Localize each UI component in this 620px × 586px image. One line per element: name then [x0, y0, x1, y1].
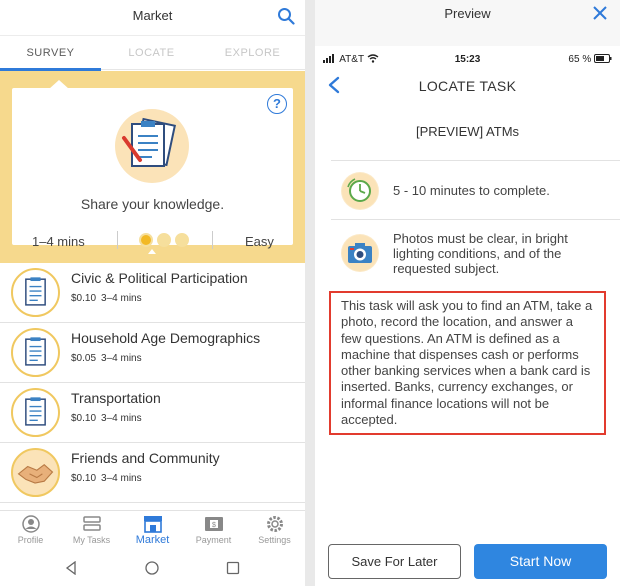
ios-status-bar: AT&T 15:23 65 % [315, 52, 620, 68]
list-item[interactable]: Transportation $0.10 3–4 mins [0, 383, 305, 443]
nav-payment[interactable]: $ Payment [183, 511, 244, 551]
settings-icon [267, 516, 283, 532]
list-item[interactable]: Friends and Community $0.10 3–4 mins [0, 443, 305, 503]
list-item-title: Friends and Community [71, 450, 220, 466]
preview-header: Preview [315, 0, 620, 46]
duration-row: 5 - 10 minutes to complete. [315, 170, 620, 214]
nav-label: My Tasks [72, 535, 111, 545]
nav-label: Payment [195, 535, 232, 545]
list-item-time: 3–4 mins [101, 413, 142, 424]
difficulty-dots [139, 233, 191, 249]
nav-settings[interactable]: Settings [244, 511, 305, 551]
svg-text:$: $ [212, 522, 216, 529]
market-header: Market [0, 0, 305, 36]
divider [331, 160, 620, 161]
payment-icon: $ [205, 517, 223, 531]
tab-explore-label: EXPLORE [224, 47, 281, 59]
survey-banner: ? Share your knowledge. 1–4 mins Easy [0, 71, 305, 263]
back-triangle-icon[interactable] [64, 561, 78, 575]
task-nav-bar: LOCATE TASK [315, 70, 620, 102]
list-item-meta: $0.10 3–4 mins [71, 413, 147, 424]
difficulty-label: Easy [245, 234, 274, 249]
market-icon [144, 516, 162, 533]
divider [331, 219, 620, 220]
page-title: Market [132, 8, 173, 23]
difficulty-dot [175, 233, 189, 247]
card-notch [49, 80, 69, 89]
nav-label: Market [135, 534, 170, 546]
list-item-price: $0.10 [71, 293, 97, 304]
help-icon[interactable]: ? [267, 94, 287, 114]
duration-text: 5 - 10 minutes to complete. [393, 183, 550, 198]
clock-icon [341, 172, 379, 210]
divider [212, 231, 213, 249]
profile-icon [22, 515, 40, 533]
task-description: This task will ask you to find an ATM, t… [329, 291, 606, 435]
photo-requirement-text: Photos must be clear, in bright lighting… [393, 231, 568, 276]
survey-clipboard-illustration [115, 109, 189, 183]
tab-explore[interactable]: EXPLORE [202, 36, 303, 70]
list-item-price: $0.05 [71, 353, 97, 364]
android-navigation-bar [0, 550, 305, 586]
start-now-button[interactable]: Start Now [474, 544, 607, 579]
tab-survey[interactable]: SURVEY [0, 36, 101, 71]
banner-text: Share your knowledge. [80, 196, 225, 212]
task-type-tabs: SURVEY LOCATE EXPLORE [0, 36, 305, 71]
list-item-meta: $0.10 3–4 mins [71, 293, 147, 304]
recents-square-icon[interactable] [226, 561, 240, 575]
search-icon[interactable] [277, 7, 295, 25]
battery-percent: 65 % [568, 54, 592, 65]
list-item-title: Household Age Demographics [71, 330, 261, 346]
close-icon[interactable] [592, 5, 608, 21]
market-screen: Market SURVEY LOCATE EXPLORE ? Share you… [0, 0, 305, 586]
tasks-icon [83, 516, 101, 531]
task-name: [PREVIEW] ATMs [415, 124, 520, 139]
list-item[interactable]: Civic & Political Participation $0.10 3–4… [0, 263, 305, 323]
preview-title: Preview [444, 6, 491, 21]
survey-clipboard-icon [11, 388, 60, 437]
list-item-title: Transportation [71, 390, 161, 406]
handshake-icon [11, 448, 60, 497]
photo-requirement-row: Photos must be clear, in bright lighting… [315, 228, 620, 280]
list-item-time: 3–4 mins [101, 293, 142, 304]
list-item-time: 3–4 mins [101, 473, 142, 484]
list-item-title: Civic & Political Participation [71, 270, 248, 286]
tab-locate-label: LOCATE [128, 47, 175, 59]
list-item-price: $0.10 [71, 473, 97, 484]
nav-label: Settings [258, 535, 291, 545]
divider [117, 231, 118, 249]
banner-collapse-arrow[interactable] [148, 249, 156, 254]
battery-indicator: 65 % [568, 54, 612, 65]
nav-profile[interactable]: Profile [0, 511, 61, 551]
survey-duration: 1–4 mins [32, 234, 85, 249]
list-item[interactable]: Household Age Demographics $0.05 3–4 mins [0, 323, 305, 383]
battery-icon [594, 54, 612, 63]
nav-label: Profile [17, 535, 44, 545]
task-nav-title: LOCATE TASK [418, 78, 517, 94]
save-for-later-button[interactable]: Save For Later [328, 544, 461, 579]
list-item-time: 3–4 mins [101, 353, 142, 364]
survey-clipboard-icon [11, 328, 60, 377]
difficulty-dot [157, 233, 171, 247]
camera-icon [341, 234, 379, 272]
tab-survey-label: SURVEY [26, 47, 75, 59]
difficulty-dot [139, 233, 153, 247]
tab-locate[interactable]: LOCATE [101, 36, 202, 70]
survey-clipboard-icon [11, 268, 60, 317]
task-preview-screen: Preview AT&T 15:23 65 % LOCATE TASK [PRE… [315, 0, 620, 586]
bottom-navigation: Profile My Tasks Market $ Payment Settin… [0, 510, 305, 550]
nav-my-tasks[interactable]: My Tasks [61, 511, 122, 551]
list-item-meta: $0.10 3–4 mins [71, 473, 147, 484]
list-item-price: $0.10 [71, 413, 97, 424]
list-item-meta: $0.05 3–4 mins [71, 353, 147, 364]
survey-info-card: ? Share your knowledge. 1–4 mins Easy [12, 80, 293, 249]
nav-market[interactable]: Market [122, 511, 183, 551]
home-circle-icon[interactable] [145, 561, 159, 575]
